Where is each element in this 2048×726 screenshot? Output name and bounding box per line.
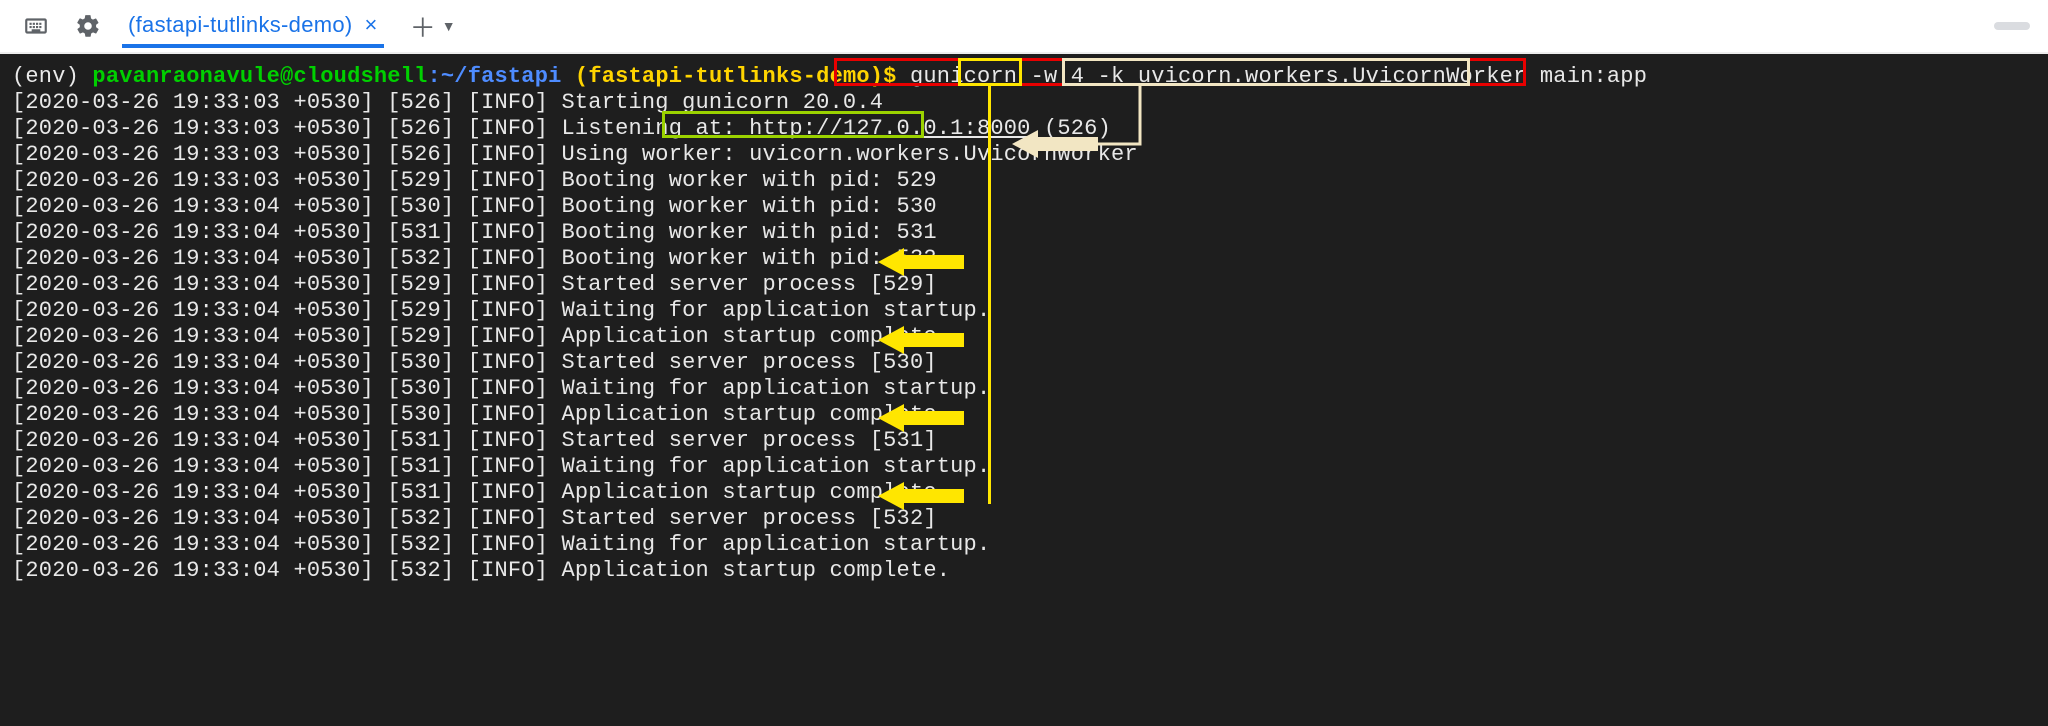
terminal-toolbar: (fastapi-tutlinks-demo) × ＋ ▼ <box>0 0 2048 54</box>
close-icon[interactable]: × <box>365 12 378 38</box>
chevron-down-icon: ▼ <box>442 18 456 34</box>
terminal-output[interactable]: (env) pavanraonavule@cloudshell:~/fastap… <box>0 54 2048 726</box>
terminal-tab[interactable]: (fastapi-tutlinks-demo) × <box>122 4 384 48</box>
plus-icon: ＋ <box>410 8 436 45</box>
keyboard-icon[interactable] <box>18 8 54 44</box>
new-tab-button[interactable]: ＋ ▼ <box>410 8 456 45</box>
gear-icon[interactable] <box>70 8 106 44</box>
drag-handle[interactable] <box>1994 22 2030 30</box>
terminal-tab-label: (fastapi-tutlinks-demo) <box>128 12 353 38</box>
